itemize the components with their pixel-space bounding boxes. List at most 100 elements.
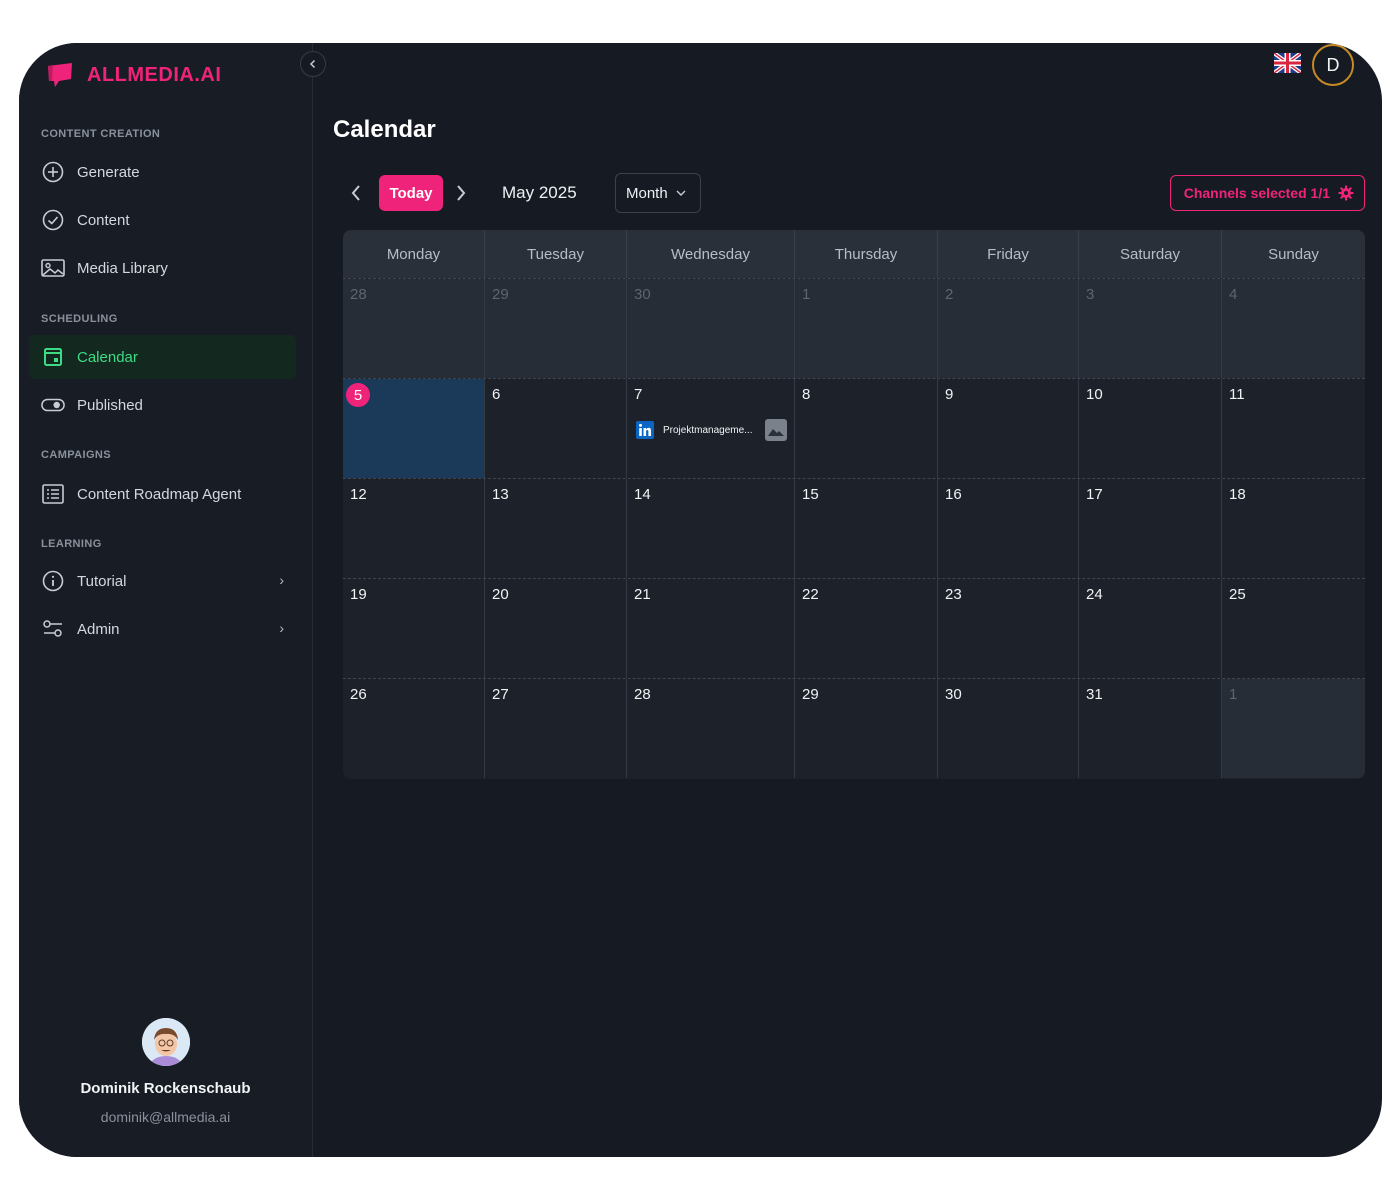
chevron-right-icon: › xyxy=(279,572,284,588)
calendar-grid: Monday Tuesday Wednesday Thursday Friday Satu… xyxy=(343,230,1365,779)
weekday-header-tuesday: Tuesday xyxy=(485,230,627,278)
image-placeholder-icon xyxy=(765,419,787,441)
day-cell[interactable]: 30 xyxy=(938,679,1079,778)
weekday-header-friday: Friday xyxy=(938,230,1079,278)
day-number: 14 xyxy=(634,486,651,503)
account-avatar-button[interactable]: D xyxy=(1312,44,1354,86)
day-number: 1 xyxy=(802,286,811,303)
day-number: 17 xyxy=(1086,486,1103,503)
day-cell[interactable]: 29 xyxy=(795,679,938,778)
section-scheduling: SCHEDULING xyxy=(41,313,118,325)
day-cell[interactable]: 21 xyxy=(627,579,795,678)
sidebar-item-label: Generate xyxy=(77,163,140,181)
sidebar-item-label: Content xyxy=(77,211,130,229)
day-cell[interactable]: 9 xyxy=(938,379,1079,478)
avatar[interactable] xyxy=(141,1018,190,1066)
day-cell[interactable]: 24 xyxy=(1079,579,1222,678)
calendar-icon xyxy=(41,345,65,369)
day-cell[interactable]: 15 xyxy=(795,479,938,578)
day-cell[interactable]: 1 xyxy=(795,279,938,378)
day-cell[interactable]: 27 xyxy=(485,679,627,778)
day-cell[interactable]: 6 xyxy=(485,379,627,478)
check-circle-icon xyxy=(41,208,65,232)
weekday-header: Monday Tuesday Wednesday Thursday Friday Satu… xyxy=(343,230,1365,278)
section-campaigns: CAMPAIGNS xyxy=(41,449,112,461)
day-cell[interactable]: 22 xyxy=(795,579,938,678)
sidebar-item-calendar[interactable]: Calendar xyxy=(29,335,296,379)
sidebar-item-content[interactable]: Content xyxy=(29,198,296,242)
day-cell[interactable]: 2 xyxy=(938,279,1079,378)
day-cell[interactable]: 25 xyxy=(1222,579,1365,678)
today-badge: 5 xyxy=(346,383,370,407)
day-cell[interactable]: 8 xyxy=(795,379,938,478)
sidebar-item-tutorial[interactable]: Tutorial › xyxy=(29,559,296,603)
day-number: 28 xyxy=(634,686,651,703)
day-cell[interactable]: 28 xyxy=(343,279,485,378)
day-cell[interactable]: 18 xyxy=(1222,479,1365,578)
day-cell[interactable]: 19 xyxy=(343,579,485,678)
day-number: 6 xyxy=(492,386,501,403)
previous-month-button[interactable] xyxy=(342,177,370,209)
day-cell[interactable]: 29 xyxy=(485,279,627,378)
day-cell[interactable]: 5 xyxy=(343,379,485,478)
logo-icon xyxy=(48,63,72,87)
day-number: 3 xyxy=(1086,286,1095,303)
image-icon xyxy=(41,256,65,280)
current-month-label: May 2025 xyxy=(502,183,577,202)
user-profile[interactable]: Dominik Rockenschaub dominik@allmedia.ai xyxy=(19,1018,312,1125)
day-cell[interactable]: 1 xyxy=(1222,679,1365,778)
day-cell[interactable]: 14 xyxy=(627,479,795,578)
day-cell[interactable]: 10 xyxy=(1079,379,1222,478)
chevron-down-icon xyxy=(676,190,686,196)
sidebar-item-label: Admin xyxy=(77,620,120,638)
day-cell[interactable]: 3 xyxy=(1079,279,1222,378)
user-name: Dominik Rockenschaub xyxy=(80,1080,251,1097)
day-number: 16 xyxy=(945,486,962,503)
view-select[interactable]: Month xyxy=(615,173,701,213)
collapse-sidebar-button[interactable] xyxy=(300,51,326,77)
day-number: 24 xyxy=(1086,586,1103,603)
day-number: 28 xyxy=(350,286,367,303)
week-row: 12 13 14 15 16 17 18 xyxy=(343,478,1365,578)
day-cell[interactable]: 11 xyxy=(1222,379,1365,478)
sidebar-item-generate[interactable]: Generate xyxy=(29,150,296,194)
day-cell[interactable]: 17 xyxy=(1079,479,1222,578)
day-number: 9 xyxy=(945,386,954,403)
day-number: 29 xyxy=(492,286,509,303)
chevron-left-icon xyxy=(309,59,316,69)
sidebar-item-admin[interactable]: Admin › xyxy=(29,607,296,651)
chevron-right-icon: › xyxy=(279,620,284,636)
day-number: 23 xyxy=(945,586,962,603)
day-cell[interactable]: 13 xyxy=(485,479,627,578)
sidebar-item-content-roadmap-agent[interactable]: Content Roadmap Agent xyxy=(29,472,296,516)
day-number: 7 xyxy=(634,386,643,403)
user-email: dominik@allmedia.ai xyxy=(100,1109,231,1125)
sidebar-item-media-library[interactable]: Media Library xyxy=(29,246,296,290)
channels-selected-button[interactable]: Channels selected 1/1 xyxy=(1169,175,1365,211)
day-cell[interactable]: 23 xyxy=(938,579,1079,678)
day-cell[interactable]: 28 xyxy=(627,679,795,778)
day-cell[interactable]: 26 xyxy=(343,679,485,778)
day-cell[interactable]: 4 xyxy=(1222,279,1365,378)
brand-logo[interactable]: ALLMEDIA.AI xyxy=(45,61,221,89)
day-number: 22 xyxy=(802,586,819,603)
day-cell[interactable]: 30 xyxy=(627,279,795,378)
main-content: D Calendar Today May 2025 Month Channels… xyxy=(313,43,1382,1157)
today-button[interactable]: Today xyxy=(379,175,443,211)
plus-circle-icon xyxy=(41,160,65,184)
day-cell[interactable]: 20 xyxy=(485,579,627,678)
scheduled-post-event[interactable]: Projektmanageme... xyxy=(636,417,791,443)
day-cell[interactable]: 12 xyxy=(343,479,485,578)
uk-flag-icon[interactable] xyxy=(1274,53,1301,73)
sidebar: ALLMEDIA.AI CONTENT CREATION Generate Co… xyxy=(19,43,313,1157)
week-row: 19 20 21 22 23 24 25 xyxy=(343,578,1365,678)
day-number: 11 xyxy=(1229,386,1245,403)
day-number: 13 xyxy=(492,486,509,503)
day-cell[interactable]: 7 Projektmanageme... xyxy=(627,379,795,478)
day-cell[interactable]: 16 xyxy=(938,479,1079,578)
next-month-button[interactable] xyxy=(447,177,475,209)
day-number: 20 xyxy=(492,586,509,603)
day-number: 21 xyxy=(634,586,651,603)
day-cell[interactable]: 31 xyxy=(1079,679,1222,778)
sidebar-item-published[interactable]: Published xyxy=(29,383,296,427)
